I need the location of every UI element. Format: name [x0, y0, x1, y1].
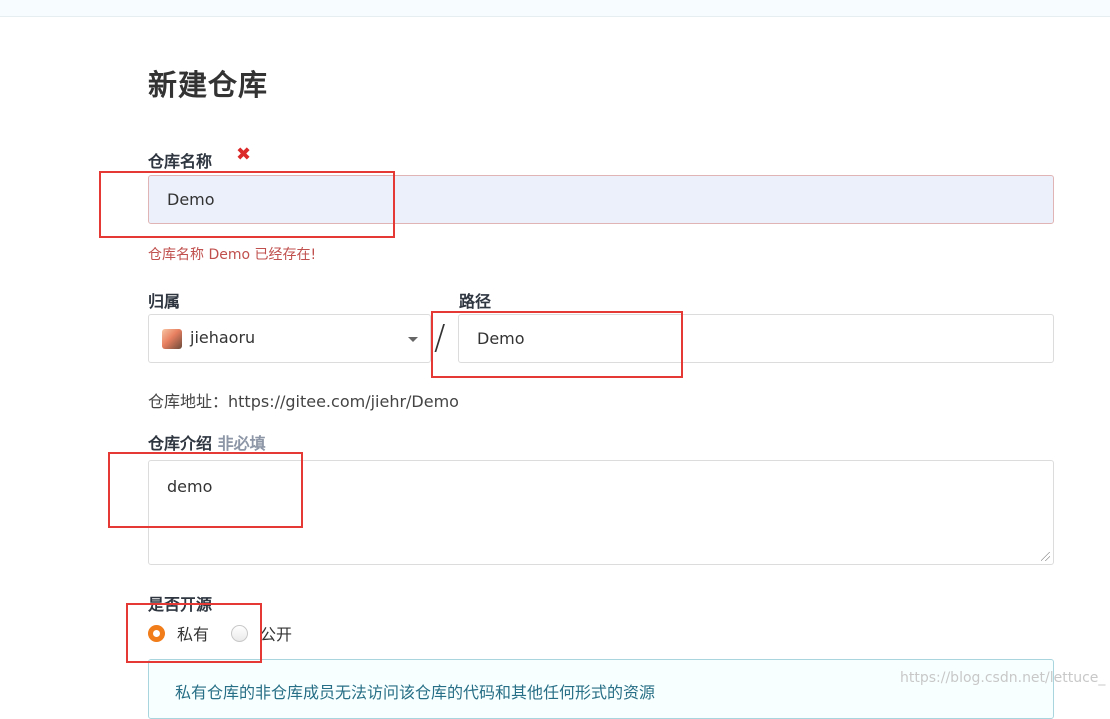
radio-checked-icon[interactable] [148, 624, 165, 642]
path-value: Demo [477, 329, 525, 348]
repo-name-error: 仓库名称 Demo 已经存在! [148, 247, 317, 263]
repo-address: 仓库地址：https://gitee.com/jiehr/Demo [148, 388, 459, 412]
repo-address-url: https://gitee.com/jiehr/Demo [228, 392, 459, 411]
close-icon: ✖ [236, 144, 252, 165]
description-value: demo [167, 477, 213, 496]
visibility-info-text: 私有仓库的非仓库成员无法访问该仓库的代码和其他任何形式的资源 [175, 683, 656, 702]
resize-handle-icon[interactable] [1041, 552, 1050, 561]
radio-private-label: 私有 [177, 625, 210, 644]
chevron-down-icon [408, 337, 418, 342]
path-label: 路径 [459, 292, 492, 311]
top-bar [0, 0, 1110, 17]
owner-selected-value: jiehaoru [190, 328, 256, 347]
repo-name-input[interactable]: Demo [148, 175, 1054, 224]
visibility-label: 是否开源 [148, 595, 213, 614]
visibility-radio-group: 私有 公开 [148, 620, 314, 646]
optional-hint: 非必填 [217, 434, 266, 453]
page-title: 新建仓库 [148, 68, 269, 102]
owner-label: 归属 [148, 292, 181, 311]
radio-public[interactable]: 公开 [231, 621, 292, 645]
description-label-text: 仓库介绍 [148, 434, 213, 453]
repo-address-label: 仓库地址： [148, 392, 229, 411]
radio-private[interactable]: 私有 [148, 621, 209, 645]
watermark: https://blog.csdn.net/lettuce_ [900, 670, 1106, 686]
visibility-info-box: 私有仓库的非仓库成员无法访问该仓库的代码和其他任何形式的资源 [148, 659, 1054, 719]
repo-name-label: 仓库名称 [148, 152, 213, 171]
user-avatar [162, 329, 182, 349]
radio-unchecked-icon[interactable] [231, 624, 249, 642]
radio-public-label: 公开 [260, 625, 293, 644]
path-separator: / [434, 318, 446, 358]
owner-select[interactable]: jiehaoru [148, 314, 431, 363]
description-textarea[interactable]: demo [148, 460, 1054, 565]
path-input[interactable]: Demo [458, 314, 1054, 363]
repo-name-value: Demo [167, 190, 215, 209]
description-label: 仓库介绍 非必填 [148, 430, 266, 454]
